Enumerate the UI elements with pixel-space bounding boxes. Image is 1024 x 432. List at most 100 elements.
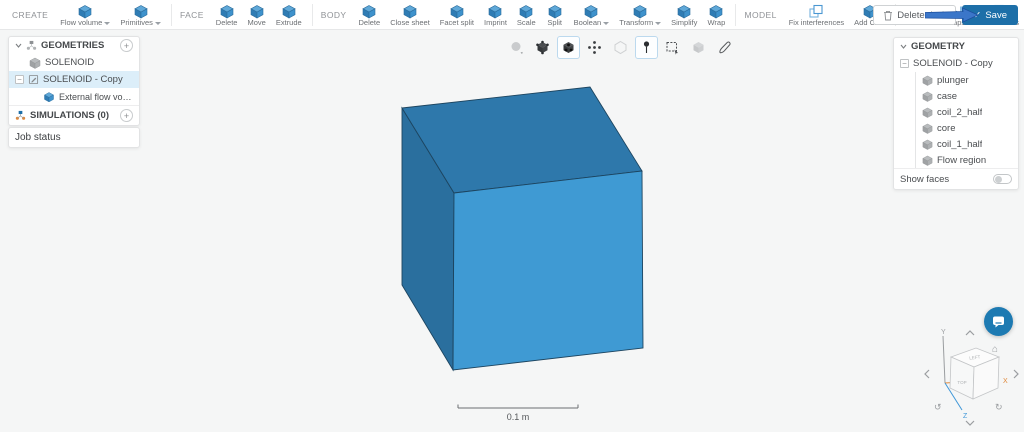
wrap-button[interactable]: Wrap [702,2,730,28]
collapse-toggle[interactable]: − [15,75,24,84]
scale-button[interactable]: Scale [512,2,541,28]
face-delete-icon [219,4,235,19]
select-faces-button[interactable] [557,36,580,59]
flow-volume-icon [43,91,55,103]
tree-item-solenoid-copy[interactable]: − SOLENOID - Copy [9,71,139,88]
geometry-header-label: GEOMETRY [911,41,965,52]
fix-interferences-button[interactable]: Fix interferences [784,2,849,28]
add-geometry-button[interactable]: + [120,39,133,52]
box-select-icon [665,40,680,55]
rotate-up-chevron[interactable] [966,331,974,335]
rotate-cw-icon[interactable]: ↻ [995,402,1003,412]
split-icon [547,4,563,19]
chevron-down-icon [155,22,161,25]
fix-interferences-icon [808,4,824,19]
flow-volume-icon [77,4,93,19]
facet-split-button[interactable]: Facet split [435,2,479,28]
part-row-plunger[interactable]: plunger [916,72,1018,88]
close-sheet-button[interactable]: Close sheet [385,2,435,28]
part-label: coil_1_half [937,139,982,150]
select-vertices-icon [587,40,602,55]
toolbar-group-body: BODY Delete Close sheet Facet split Impr… [317,0,731,29]
simulations-header-row[interactable]: SIMULATIONS (0) + [9,106,139,125]
add-simulation-button[interactable]: + [120,109,133,122]
delete-draft-button[interactable]: Delete draft [873,5,956,25]
geometries-header-row[interactable]: GEOMETRIES + [9,37,139,54]
select-bodies-button[interactable] [531,36,554,59]
transform-button[interactable]: Transform [614,2,666,28]
job-status-label: Job status [15,132,61,143]
box-select-button[interactable] [661,36,684,59]
check-icon: ✓ [973,10,981,21]
part-body-icon [922,123,933,134]
transform-icon [632,4,648,19]
3d-viewport[interactable]: 0.1 m [0,30,1024,432]
geometry-header-row[interactable]: GEOMETRY [894,38,1018,55]
rotate-left-chevron[interactable] [925,370,929,378]
primitives-button[interactable]: Primitives [115,2,166,28]
part-row-flow-region[interactable]: Flow region [916,152,1018,168]
flow-volume-button[interactable]: Flow volume [55,2,115,28]
solenoid-flow-volume-cube [402,87,643,370]
part-row-core[interactable]: core [916,120,1018,136]
axis-x-label: X [1003,378,1008,385]
scale-icon [518,4,534,19]
show-faces-row: Show faces [894,169,1018,189]
body-delete-button[interactable]: Delete [354,2,386,28]
hide-selection-icon [691,40,706,55]
facet-split-icon [449,4,465,19]
rotate-down-chevron[interactable] [966,421,974,425]
rotate-ccw-icon[interactable]: ↺ [934,402,942,412]
select-bodies-icon [535,40,550,55]
part-body-icon [922,155,933,166]
job-status-panel[interactable]: Job status [8,127,140,148]
orientation-gizmo: Y X Z LEFT TOP ⌂ ↺ ↻ [922,326,1024,432]
part-row-coil-2-half[interactable]: coil_2_half [916,104,1018,120]
toolbar-section-face: FACE [180,10,204,20]
cube-front-face[interactable] [453,171,643,370]
scale-bar: 0.1 m [458,405,578,423]
simulations-header-label: SIMULATIONS (0) [30,110,109,121]
chevron-down-icon [655,22,661,25]
collapse-toggle[interactable]: − [900,59,909,68]
toolbar-section-body: BODY [321,10,347,20]
nav-cube[interactable]: LEFT TOP [950,348,999,399]
show-faces-label: Show faces [900,174,949,185]
imprint-icon [487,4,503,19]
boolean-button[interactable]: Boolean [569,2,615,28]
tree-item-label: SOLENOID [45,57,94,68]
part-body-icon [922,107,933,118]
geometry-group-row[interactable]: − SOLENOID - Copy [894,55,1018,72]
face-extrude-icon [281,4,297,19]
face-delete-button[interactable]: Delete [211,2,243,28]
split-button[interactable]: Split [541,2,569,28]
face-move-icon [249,4,265,19]
hide-selection-button[interactable] [687,36,710,59]
render-mode-button[interactable] [505,36,528,59]
select-vertices-button[interactable] [583,36,606,59]
simplify-button[interactable]: Simplify [666,2,702,28]
face-move-button[interactable]: Move [242,2,270,28]
part-row-coil-1-half[interactable]: coil_1_half [916,136,1018,152]
part-row-case[interactable]: case [916,88,1018,104]
home-view-icon[interactable]: ⌂ [992,344,998,355]
tree-item-solenoid[interactable]: SOLENOID [9,54,139,71]
tree-item-label: External flow volume [59,92,133,102]
top-toolbar: CREATE Flow volume Primitives FACE Delet… [0,0,1024,30]
save-button[interactable]: ✓ Save [962,5,1018,25]
tree-item-external-flow-volume[interactable]: External flow volume [9,88,139,105]
show-faces-toggle[interactable] [993,174,1012,184]
toolbar-group-face: FACE Delete Move Extrude [176,0,307,29]
wireframe-view-icon [613,40,628,55]
probe-point-button[interactable] [635,36,658,59]
toggle-knob [995,176,1002,183]
measure-button[interactable] [713,36,736,59]
nav-cube-front-face-label[interactable]: TOP [957,380,966,385]
wireframe-view-button[interactable] [609,36,632,59]
toolbar-group-model: MODEL Fix interferences Add CAD [740,0,890,29]
toolbar-group-create: CREATE Flow volume Primitives [8,0,166,29]
toolbar-section-model: MODEL [744,10,776,20]
rotate-right-chevron[interactable] [1014,370,1018,378]
face-extrude-button[interactable]: Extrude [271,2,307,28]
imprint-button[interactable]: Imprint [479,2,512,28]
